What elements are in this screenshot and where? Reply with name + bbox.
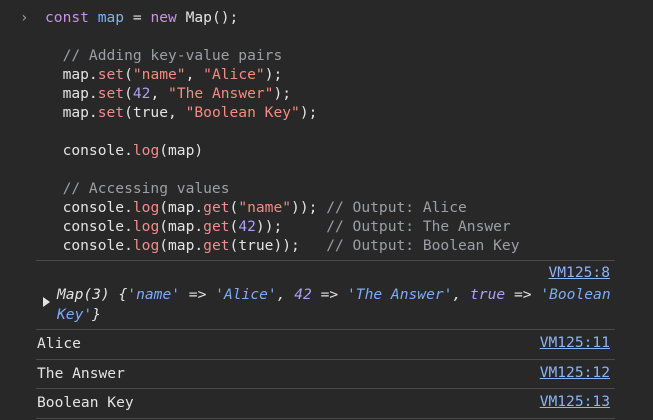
code-token: ( (229, 199, 239, 216)
code-token: map. (45, 85, 98, 102)
code-token: log (132, 199, 160, 216)
divider (36, 418, 615, 419)
code-token: (true, (124, 104, 186, 121)
code-token: 42 (238, 218, 256, 235)
code-token: Map(); (176, 9, 239, 26)
source-link-vm125-12[interactable]: VM125:12 (540, 364, 610, 381)
map-key-2: 42 (294, 286, 312, 303)
code-token: set (97, 85, 125, 102)
code-token: // Adding key-value pairs (45, 47, 283, 64)
code-line: map.set(true, "Boolean Key"); (45, 103, 519, 122)
code-token: log (132, 142, 160, 159)
code-token: (map) (159, 142, 204, 159)
code-token: , (150, 85, 169, 102)
code-token: )); (255, 218, 327, 235)
code-line: console.log(map.get(true)); // Output: B… (45, 236, 520, 255)
code-token: set (97, 104, 125, 121)
code-token: // Accessing values (45, 180, 230, 197)
map-key-3: true (470, 286, 506, 303)
code-line: console.log(map.get("name")); // Output:… (45, 198, 519, 217)
code-token: log (132, 237, 160, 254)
code-line: // Adding key-value pairs (45, 46, 519, 65)
map-arrow-3: => (505, 286, 541, 303)
map-object-output[interactable]: Map(3) {'name' => 'Alice', 42 => 'The An… (57, 285, 617, 325)
code-line: map.set(42, "The Answer"); (45, 84, 519, 103)
map-arrow-2: => (311, 286, 347, 303)
code-token: // Output: Boolean Key (326, 237, 520, 254)
code-line: // Accessing values (45, 179, 519, 198)
code-token: (map. (159, 218, 204, 235)
code-line: console.log(map) (45, 141, 519, 160)
code-token: map. (45, 66, 98, 83)
code-token: "Alice" (203, 66, 265, 83)
divider (36, 359, 615, 360)
prompt-chevron-icon: › (20, 10, 29, 26)
code-token: console. (45, 218, 133, 235)
code-token: ); (299, 104, 318, 121)
code-token: get (203, 218, 230, 235)
code-token: = (124, 9, 151, 26)
code-token: , (185, 66, 204, 83)
map-sep-2: , (452, 286, 471, 303)
code-token: console. (45, 199, 133, 216)
code-token: "The Answer" (168, 85, 274, 102)
map-key-1: 'name' (127, 286, 181, 303)
source-link-vm125-11[interactable]: VM125:11 (540, 334, 610, 351)
code-token: ( (229, 218, 239, 235)
code-token: ); (264, 66, 283, 83)
code-token: get (203, 199, 230, 216)
code-token: get (203, 237, 230, 254)
code-token: const (45, 9, 89, 26)
map-value-1: 'Alice' (215, 286, 277, 303)
code-token: map. (45, 104, 98, 121)
code-token: map (97, 9, 125, 26)
code-token: 42 (132, 85, 151, 102)
source-link-vm125-13[interactable]: VM125:13 (540, 393, 610, 410)
expand-triangle-icon[interactable] (43, 297, 50, 307)
code-token: console. (45, 237, 133, 254)
map-prefix: Map(3) { (57, 286, 128, 303)
code-token: "name" (238, 199, 292, 216)
divider (36, 388, 615, 389)
code-token: ( (124, 66, 133, 83)
code-token: ); (273, 85, 292, 102)
map-arrow-1: => (180, 286, 216, 303)
log-output-3: Boolean Key (37, 394, 134, 411)
code-line: const map = new Map(); (45, 8, 519, 27)
code-token: "name" (132, 66, 186, 83)
code-token: // Output: The Answer (326, 218, 511, 235)
code-token: console. (45, 142, 133, 159)
code-token: set (97, 66, 125, 83)
code-token: (map. (159, 199, 204, 216)
console-input-entry: › const map = new Map(); // Adding key-v… (0, 0, 653, 258)
code-block[interactable]: const map = new Map(); // Adding key-val… (45, 8, 519, 255)
code-token: // Output: Alice (326, 199, 467, 216)
code-token: log (132, 218, 160, 235)
code-token: (true)); (229, 237, 327, 254)
code-line: console.log(map.get(42)); // Output: The… (45, 217, 519, 236)
code-token: new (150, 9, 177, 26)
code-token: (map. (159, 237, 204, 254)
code-token: "Boolean Key" (185, 104, 300, 121)
divider (36, 329, 615, 330)
log-output-2: The Answer (37, 365, 125, 382)
map-value-2: 'The Answer' (347, 286, 453, 303)
source-link-vm125-8[interactable]: VM125:8 (548, 264, 610, 281)
divider (36, 260, 615, 261)
code-token: )); (291, 199, 327, 216)
map-sep-1: , (276, 286, 295, 303)
log-output-1: Alice (37, 335, 81, 352)
map-suffix: } (92, 306, 101, 323)
code-line: map.set("name", "Alice"); (45, 65, 519, 84)
code-token: ( (124, 85, 133, 102)
